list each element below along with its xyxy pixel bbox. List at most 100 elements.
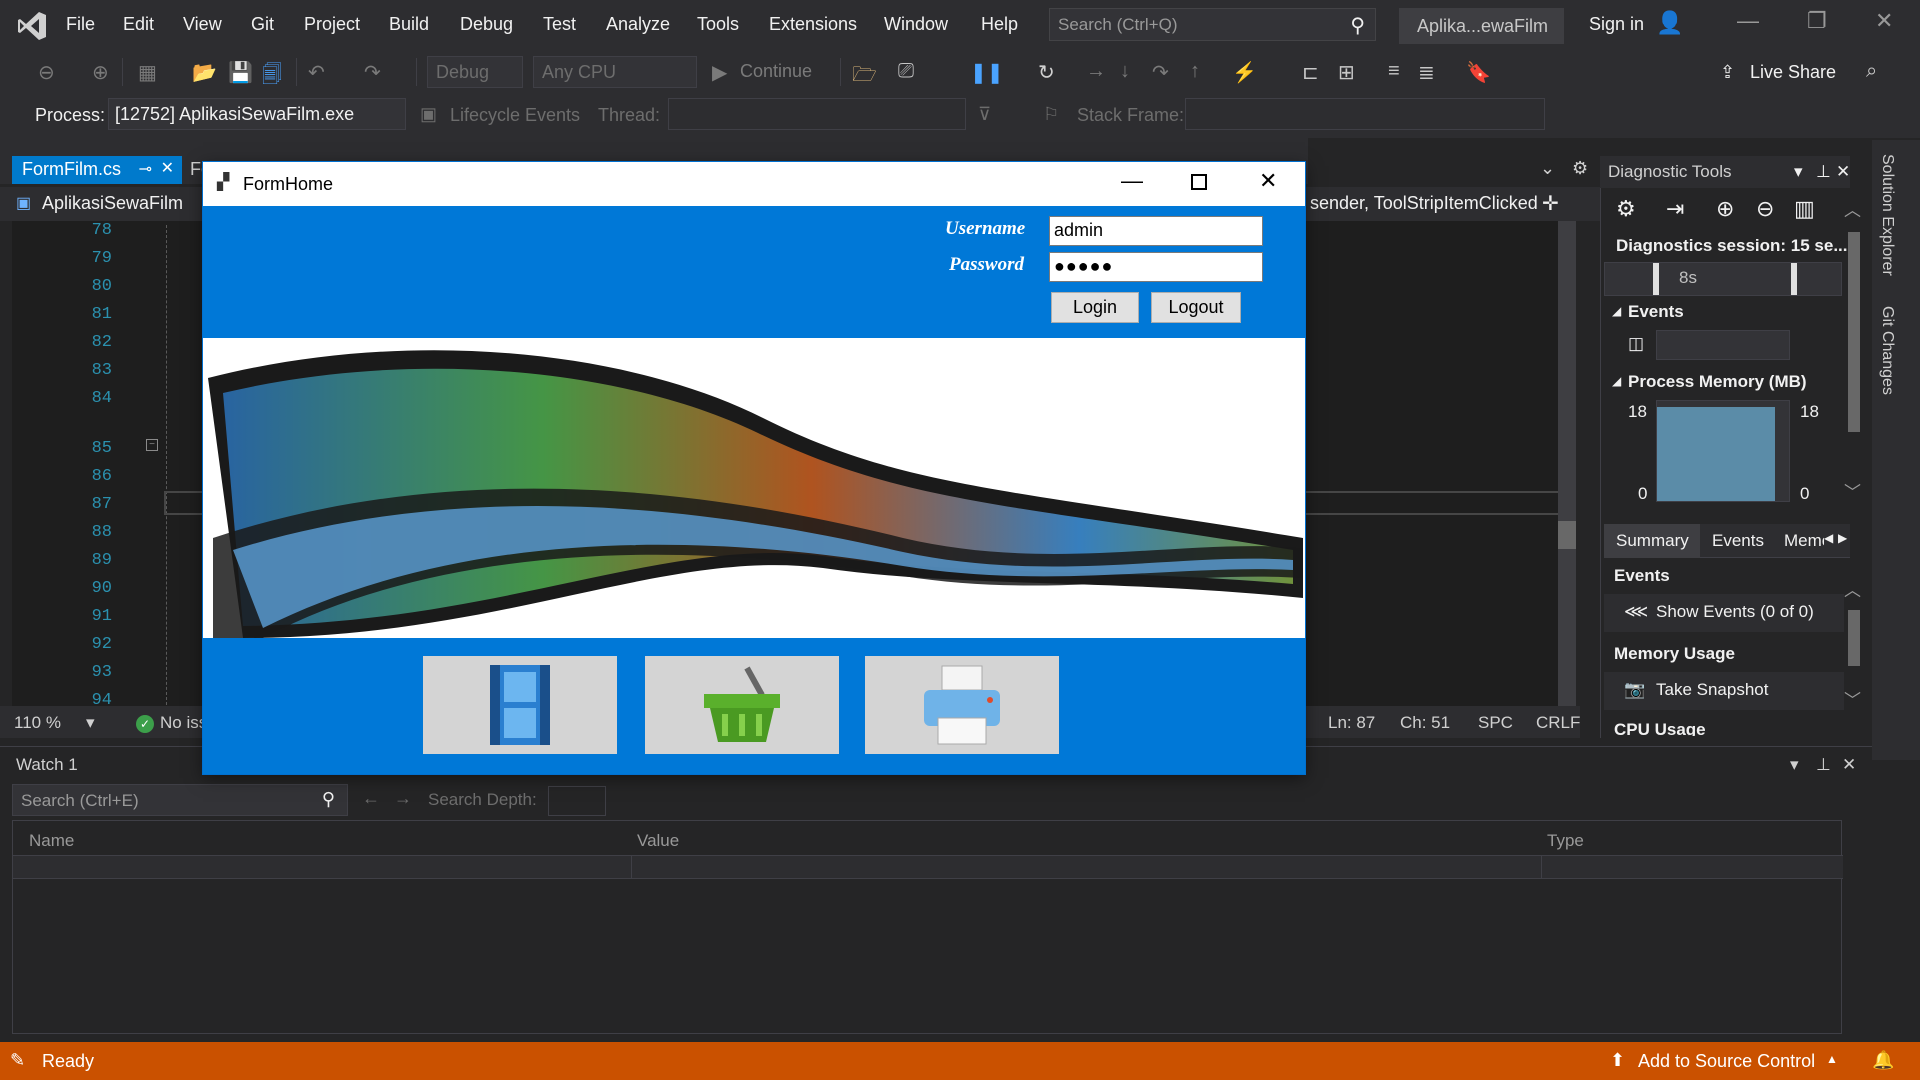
menu-edit[interactable]: Edit [123, 14, 154, 35]
split-editor-icon[interactable]: ✛ [1542, 191, 1559, 216]
source-control-dropdown-icon[interactable]: ▲ [1826, 1052, 1838, 1066]
zoom-level[interactable]: 110 % [14, 713, 61, 733]
minimize-icon[interactable]: — [1737, 8, 1759, 34]
panel-menu-icon[interactable]: ▾ [1794, 162, 1803, 182]
menu-file[interactable]: File [66, 14, 95, 35]
watch-search-input[interactable]: Search (Ctrl+E) ⚲ [12, 784, 348, 816]
diag-scrollbar[interactable]: ︿ ﹀ [1844, 196, 1864, 506]
indent-icon[interactable]: ≡ [1388, 60, 1400, 83]
new-project-icon[interactable]: ▦ [138, 60, 157, 85]
live-share-icon[interactable]: ⇪ [1720, 62, 1735, 83]
summary-scrollbar[interactable]: ︿ ﹀ [1844, 576, 1864, 716]
pause-events-icon[interactable]: ◫ [1628, 334, 1644, 354]
bookmark-icon[interactable]: 🔖 [1466, 60, 1491, 85]
form-maximize-icon[interactable] [1191, 174, 1207, 190]
column-value[interactable]: Value [637, 831, 679, 851]
hot-reload-icon[interactable]: ⚡ [1232, 60, 1257, 85]
form-minimize-icon[interactable]: — [1121, 168, 1143, 194]
menu-window[interactable]: Window [884, 14, 948, 35]
notifications-icon[interactable]: 🔔 [1872, 1050, 1894, 1071]
continue-button[interactable]: Continue [740, 61, 812, 82]
menu-test[interactable]: Test [543, 14, 576, 35]
step-out-icon[interactable]: ↑ [1190, 60, 1200, 83]
summary-scroll-up-icon[interactable]: ︿ [1844, 576, 1861, 601]
breakpoint-window-icon[interactable]: ⊏ [1302, 60, 1319, 85]
tab-scroll-right-icon[interactable]: ▶ [1838, 531, 1847, 545]
panel-pin-icon[interactable]: ⊥ [1816, 162, 1831, 182]
git-changes-tab[interactable]: Git Changes [1878, 306, 1896, 395]
continue-play-icon[interactable]: ▶ [712, 60, 727, 85]
back-icon[interactable]: ⊖ [38, 60, 55, 85]
watch-grid[interactable]: Name Value Type [12, 820, 1843, 1034]
username-input[interactable]: admin [1049, 216, 1263, 246]
panel-close-icon[interactable]: ✕ [1836, 162, 1850, 182]
zoom-dropdown-icon[interactable]: ▾ [86, 713, 95, 733]
issues-status[interactable]: No iss [160, 713, 207, 733]
diag-scroll-thumb[interactable] [1848, 232, 1860, 432]
tab-events[interactable]: Events [1712, 531, 1764, 551]
zoom-in-icon[interactable]: ⊕ [1716, 196, 1734, 222]
menu-tools[interactable]: Tools [697, 14, 739, 35]
watch-menu-icon[interactable]: ▾ [1790, 755, 1799, 775]
tab-memory[interactable]: Memo [1784, 531, 1824, 551]
take-snapshot-row[interactable]: 📷 Take Snapshot [1604, 672, 1844, 710]
chart-icon[interactable]: ▥ [1794, 196, 1815, 222]
film-menu-tile[interactable] [423, 656, 617, 754]
flag-threads-icon[interactable]: ⚐ [1043, 104, 1059, 125]
tab-formfilm-cs[interactable]: FormFilm.cs ⊸ ✕ [12, 156, 182, 184]
summary-scroll-down-icon[interactable]: ﹀ [1844, 686, 1861, 711]
menu-project[interactable]: Project [304, 14, 360, 35]
show-events-row[interactable]: ⋘ Show Events (0 of 0) [1604, 594, 1844, 632]
redo-icon[interactable]: ↷ [364, 60, 381, 85]
rental-basket-tile[interactable] [645, 656, 839, 754]
forward-icon[interactable]: ⊕ [92, 60, 109, 85]
member-dropdown[interactable]: sender, ToolStripItemClicked [1310, 193, 1538, 214]
step-over-icon[interactable]: ↷ [1152, 60, 1169, 85]
menu-view[interactable]: View [183, 14, 222, 35]
save-icon[interactable]: 💾 [228, 60, 253, 85]
lifecycle-events-button[interactable]: Lifecycle Events [450, 105, 580, 126]
scrollbar-thumb[interactable] [1558, 521, 1576, 549]
tab-overflow-icon[interactable]: ⌄ [1540, 158, 1555, 179]
menu-help[interactable]: Help [981, 14, 1018, 35]
line-ending-indicator[interactable]: CRLF [1536, 713, 1580, 733]
menu-debug[interactable]: Debug [460, 14, 513, 35]
columns-icon[interactable]: ⊞ [1338, 60, 1355, 85]
scroll-down-icon[interactable]: ﹀ [1844, 478, 1861, 503]
editor-scrollbar[interactable] [1558, 221, 1576, 706]
platform-select[interactable]: Any CPU [533, 56, 697, 88]
restore-icon[interactable]: ❐ [1807, 8, 1827, 34]
column-type[interactable]: Type [1547, 831, 1584, 851]
pin-icon[interactable]: ⊸ [139, 159, 152, 179]
print-report-tile[interactable] [865, 656, 1059, 754]
memory-collapse-icon[interactable]: ◢ [1612, 374, 1621, 388]
timeline-ruler[interactable]: 8s [1604, 262, 1842, 296]
search-back-icon[interactable]: ← [362, 788, 380, 809]
stack-frame-select[interactable] [1185, 98, 1545, 130]
solution-explorer-tab[interactable]: Solution Explorer [1878, 154, 1896, 276]
comment-icon[interactable]: ≣ [1418, 60, 1435, 85]
watch-pin-icon[interactable]: ⊥ [1816, 755, 1831, 775]
collapse-outline-icon[interactable]: − [146, 439, 158, 451]
solution-name-badge[interactable]: Aplika...ewaFilm [1399, 8, 1564, 44]
pause-icon[interactable]: ❚❚ [970, 60, 1004, 85]
step-into-icon[interactable]: ↓ [1120, 60, 1130, 83]
open-folder-icon[interactable]: 📂 [192, 60, 217, 85]
settings-icon[interactable]: ⚙ [1572, 158, 1588, 179]
restart-icon[interactable]: ↻ [1038, 60, 1055, 85]
timeline-left-handle[interactable] [1653, 263, 1659, 295]
tab-close-icon[interactable]: ✕ [161, 158, 174, 178]
thread-select[interactable] [668, 98, 966, 130]
menu-extensions[interactable]: Extensions [769, 14, 857, 35]
form-close-icon[interactable]: ✕ [1259, 168, 1277, 194]
scroll-up-icon[interactable]: ︿ [1844, 196, 1861, 221]
feedback-icon[interactable]: ⌕ [1866, 60, 1877, 83]
events-collapse-icon[interactable]: ◢ [1612, 304, 1621, 318]
show-next-statement-icon[interactable]: → [1086, 60, 1106, 83]
lifecycle-icon[interactable]: ▣ [420, 104, 437, 125]
menu-build[interactable]: Build [389, 14, 429, 35]
menu-analyze[interactable]: Analyze [606, 14, 670, 35]
close-icon[interactable]: ✕ [1875, 8, 1893, 34]
search-forward-icon[interactable]: → [394, 788, 412, 809]
menu-git[interactable]: Git [251, 14, 274, 35]
